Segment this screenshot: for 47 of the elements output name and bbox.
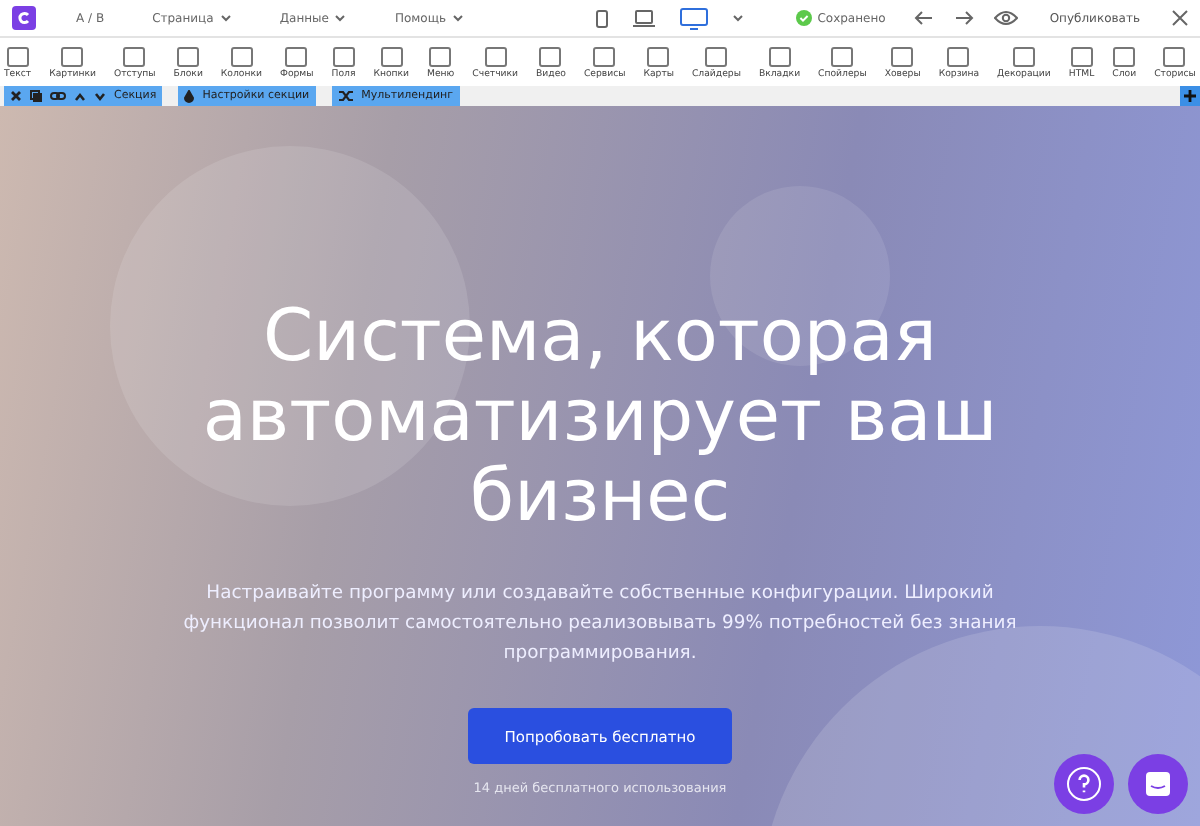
widget-icon — [592, 45, 617, 67]
widget-icon — [890, 45, 915, 67]
widget-icon — [331, 45, 356, 67]
help-icon[interactable] — [1054, 754, 1114, 814]
delete-icon[interactable] — [10, 90, 22, 102]
widget-icon — [60, 45, 85, 67]
widget-icon — [646, 45, 671, 67]
widget-icon — [122, 45, 147, 67]
widget-icon — [284, 45, 309, 67]
close-icon[interactable] — [1171, 10, 1188, 26]
chevron-down-icon[interactable] — [94, 91, 106, 101]
caret-icon — [452, 14, 465, 22]
widget-icon — [767, 45, 792, 67]
widget-icon — [379, 45, 404, 67]
monitor-icon[interactable] — [679, 7, 708, 29]
redo-icon[interactable] — [953, 10, 974, 26]
widget-icon — [704, 45, 729, 67]
widget-icon — [483, 45, 508, 67]
link-icon[interactable] — [50, 90, 66, 102]
caret-icon — [219, 14, 232, 22]
widget-icon — [1162, 45, 1187, 67]
drop-icon — [184, 89, 195, 103]
shuffle-icon — [337, 90, 354, 102]
hero-description: Настраивайте программу или создавайте собственные конфигурации. Широкий функционал позволит самостоятельно реализовывать 99% потребностей без знания программирования. — [181, 580, 1019, 668]
caret-icon — [334, 14, 347, 22]
widget-icon — [428, 45, 453, 67]
widget-icon — [1112, 45, 1137, 67]
copy-icon[interactable] — [30, 90, 42, 102]
eye-icon[interactable] — [993, 10, 1018, 26]
widget-icon — [229, 45, 254, 67]
phone-icon[interactable] — [595, 9, 608, 27]
caret-icon[interactable] — [731, 14, 744, 22]
widget-icon — [176, 45, 201, 67]
chat-icon[interactable] — [1128, 754, 1188, 814]
check-icon — [795, 10, 812, 26]
widget-icon — [5, 45, 30, 67]
widget-icon — [1011, 45, 1036, 67]
add-icon[interactable] — [1180, 86, 1200, 106]
chevron-up-icon[interactable] — [74, 91, 86, 101]
hero-title: Система, которая автоматизирует ваш бизнес — [200, 298, 1000, 538]
undo-icon[interactable] — [913, 10, 934, 26]
widget-icon — [538, 45, 563, 67]
laptop-icon[interactable] — [631, 9, 656, 27]
widget-icon — [1069, 45, 1094, 67]
widget-icon — [946, 45, 971, 67]
logo-icon[interactable] — [12, 6, 36, 30]
widget-icon — [830, 45, 855, 67]
